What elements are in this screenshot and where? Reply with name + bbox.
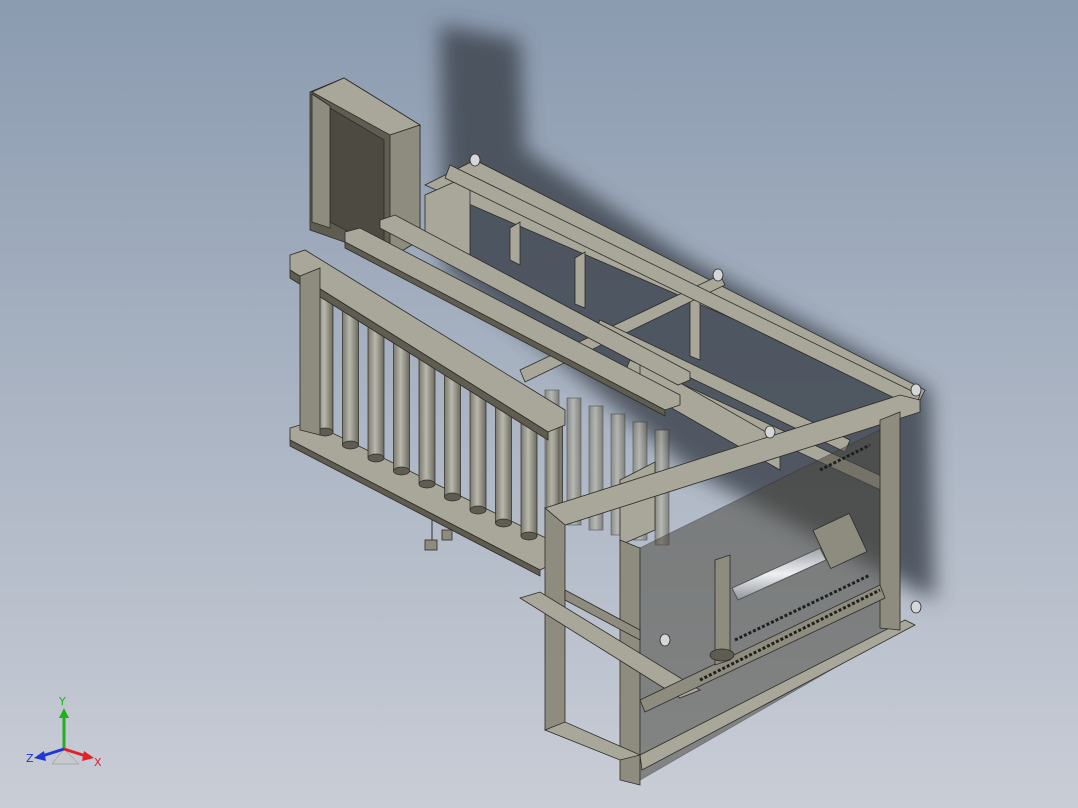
cad-viewport[interactable]: Y X Z [0,0,1078,808]
roller-cylinder [394,335,410,471]
z-axis-arrow [34,751,46,761]
roller-cylinder-base [394,467,410,475]
bolt-cap [470,154,480,166]
machine-frame-model[interactable] [0,0,1078,808]
bolt-cap [911,384,921,396]
bolt-cap [713,269,723,281]
coordinate-triad-icon[interactable]: Y X Z [24,694,114,774]
frame-rail [690,296,700,360]
bolt-cap [765,426,775,438]
roller-cylinder [419,350,435,484]
roller-cylinder-base [368,454,384,462]
x-axis-arrow [82,751,94,761]
z-axis-label: Z [26,752,34,765]
frame-rail [510,222,520,265]
bolt-cap [911,601,921,613]
roller-cylinder-base [419,480,435,488]
x-axis-label: X [94,756,102,769]
roller-cylinder-base [343,441,359,449]
roller-cylinder-base [496,519,512,527]
roller-cylinder [343,305,359,445]
y-axis-arrow [59,708,69,718]
roller-cylinder [445,365,461,497]
bolt-cap [660,634,670,646]
roller-cylinder-base [521,532,537,540]
roller-cylinder-base [445,493,461,501]
roller-cylinder [368,320,384,458]
y-axis-label: Y [58,695,66,708]
frame-rail [575,252,585,308]
roller-cylinder-base [470,506,486,514]
